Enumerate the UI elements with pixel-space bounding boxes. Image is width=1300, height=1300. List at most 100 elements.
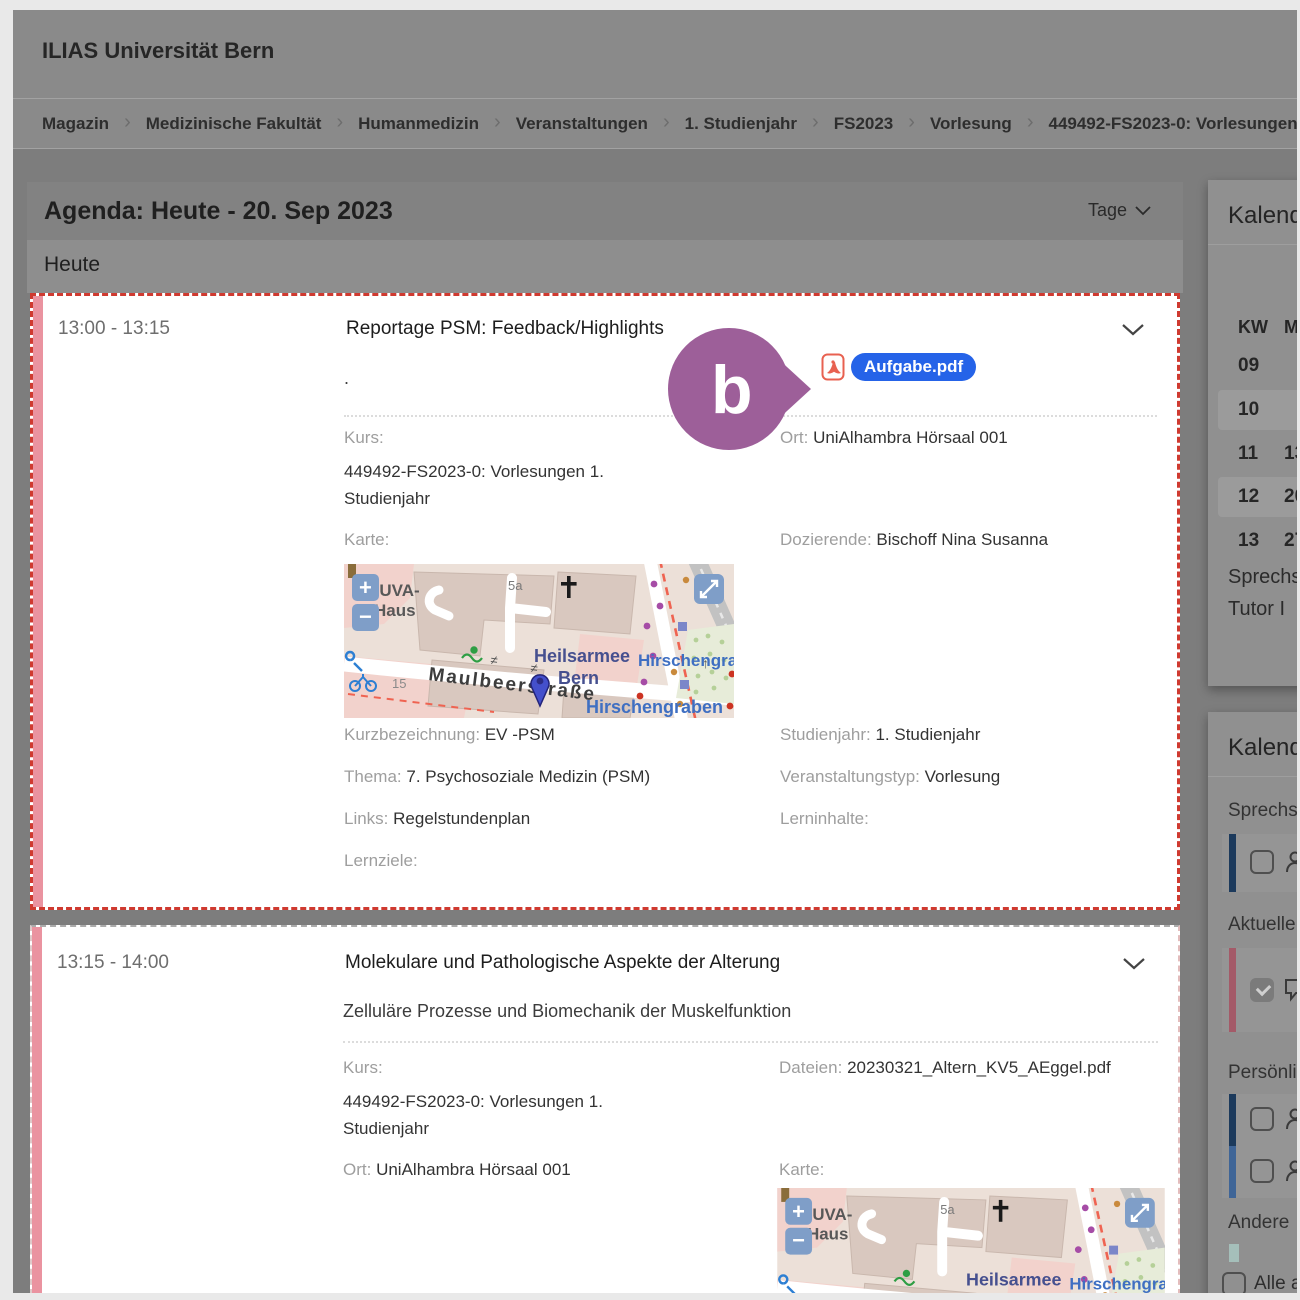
location-map[interactable]: SUVA- Haus 5a Heilsarmee Bern Hirschengr… xyxy=(777,1188,1165,1293)
calendar-checkbox[interactable] xyxy=(1250,978,1274,1002)
breadcrumb-item-fs2023[interactable]: FS2023 xyxy=(834,114,894,134)
calendar-checkbox[interactable] xyxy=(1250,850,1274,874)
event-card-molekulare[interactable]: 13:15 - 14:00 Molekulare und Pathologisc… xyxy=(30,925,1180,1293)
breadcrumb-item-studienjahr[interactable]: 1. Studienjahr xyxy=(685,114,797,134)
view-mode-dropdown[interactable]: Tage xyxy=(1088,200,1151,221)
calendar-week-row[interactable]: 13 27 xyxy=(1218,521,1297,561)
map-label-haus: Haus xyxy=(807,1225,848,1244)
chevron-right-icon: › xyxy=(494,111,501,134)
event-time: 13:00 - 13:15 xyxy=(58,318,170,340)
event-accent-bar xyxy=(33,296,43,907)
kurzbezeichnung-value: EV -PSM xyxy=(485,725,555,744)
ilias-page: ILIAS Universität Bern Magazin › Medizin… xyxy=(13,10,1297,1293)
calendar-week-row[interactable]: 12 20 xyxy=(1218,477,1297,517)
section-heading-aktuelle: Aktuelle xyxy=(1228,914,1296,936)
kurs-link[interactable]: 449492-FS2023-0: Vorlesungen 1. Studienj… xyxy=(343,1088,655,1142)
attachment-link[interactable]: Aufgabe.pdf xyxy=(851,353,976,381)
section-heading-andere: Andere xyxy=(1228,1212,1289,1234)
event-card-reportage[interactable]: 13:00 - 13:15 Reportage PSM: Feedback/Hi… xyxy=(30,293,1180,910)
lerninhalte-label: Lerninhalte: xyxy=(780,809,869,828)
map-label-bern: Bern xyxy=(990,1291,1031,1293)
event-description: . xyxy=(344,368,349,389)
veranstaltungstyp-label: Veranstaltungstyp: xyxy=(780,767,920,786)
breadcrumb-item-magazin[interactable]: Magazin xyxy=(42,114,109,134)
person-icon xyxy=(1284,849,1297,875)
kw-date: 13 xyxy=(1284,443,1297,465)
studienjahr-label: Studienjahr: xyxy=(780,725,871,744)
map-zoom-out-button[interactable]: − xyxy=(785,1228,812,1255)
select-all-checkbox[interactable] xyxy=(1222,1272,1246,1293)
calendar-event-text[interactable]: Sprechstunde xyxy=(1228,566,1297,589)
breadcrumb-item-fakultaet[interactable]: Medizinische Fakultät xyxy=(146,114,322,134)
calendar-color-bar xyxy=(1229,1146,1236,1198)
kurs-link[interactable]: 449492-FS2023-0: Vorlesungen 1. Studienj… xyxy=(344,458,656,512)
divider xyxy=(344,415,1157,417)
calendar-checkbox[interactable] xyxy=(1250,1159,1274,1183)
chat-bubble-icon xyxy=(1284,977,1297,1003)
kw-number: 11 xyxy=(1238,443,1258,465)
map-zoom-in-button[interactable]: + xyxy=(352,574,379,601)
divider xyxy=(1208,776,1297,777)
calendar-color-bar xyxy=(1229,834,1236,892)
kw-date: 27 xyxy=(1284,530,1297,552)
view-mode-label: Tage xyxy=(1088,200,1127,221)
location-map[interactable]: ≠ ≠ ↑ SUVA- Haus 5a 15 Heilsarmee Bern H… xyxy=(344,564,734,718)
map-label-hirschengraben-bottom: Hirschengraben xyxy=(586,697,723,717)
breadcrumb-item-kurs[interactable]: 449492-FS2023-0: Vorlesungen 1. Studienj… xyxy=(1048,114,1297,134)
kw-date: 20 xyxy=(1284,486,1297,508)
links-value[interactable]: Regelstundenplan xyxy=(393,809,530,828)
map-zoom-in-button[interactable]: + xyxy=(785,1198,812,1225)
event-title: Reportage PSM: Feedback/Highlights xyxy=(346,318,664,340)
calendar-list-item xyxy=(1222,1094,1297,1146)
map-expand-button[interactable] xyxy=(1125,1198,1155,1228)
kurs-label: Kurs: xyxy=(344,428,384,447)
breadcrumb-item-humanmedizin[interactable]: Humanmedizin xyxy=(358,114,479,134)
map-label-haus: Haus xyxy=(374,601,416,620)
chevron-right-icon: › xyxy=(124,111,131,134)
calendar-week-row[interactable]: 09 xyxy=(1218,346,1297,386)
chevron-right-icon: › xyxy=(908,111,915,134)
dateien-value[interactable]: 20230321_Altern_KV5_AEggel.pdf xyxy=(847,1058,1111,1077)
chevron-down-icon xyxy=(1121,323,1145,337)
map-label-5a: 5a xyxy=(940,1202,955,1217)
calendar-widget-panel: Kalender KW Mo 09 10 11 13 12 20 13 27 S… xyxy=(1208,180,1297,686)
breadcrumb-item-veranstaltungen[interactable]: Veranstaltungen xyxy=(516,114,648,134)
calendar-week-row[interactable]: 10 xyxy=(1218,390,1297,430)
ort-value: UniAlhambra Hörsaal 001 xyxy=(813,428,1008,447)
map-zoom-out-button[interactable]: − xyxy=(352,604,379,631)
studienjahr-value: 1. Studienjahr xyxy=(875,725,980,744)
chevron-right-icon: › xyxy=(336,111,343,134)
event-attachment: Aufgabe.pdf xyxy=(821,353,976,381)
calendar-selection-title: Kalender xyxy=(1228,734,1297,762)
calendar-event-text[interactable]: Tutor I xyxy=(1228,598,1285,621)
breadcrumb-item-vorlesung[interactable]: Vorlesung xyxy=(930,114,1012,134)
chevron-right-icon: › xyxy=(1027,111,1034,134)
calendar-list-item xyxy=(1222,948,1297,1032)
map-label-hirschengraben-right: Hirschengraben xyxy=(638,651,734,670)
breadcrumb: Magazin › Medizinische Fakultät › Humanm… xyxy=(13,99,1297,149)
collapse-event-button[interactable] xyxy=(1122,957,1146,976)
svg-text:−: − xyxy=(359,604,372,629)
person-icon xyxy=(1284,1158,1297,1184)
map-expand-button[interactable] xyxy=(694,574,724,604)
agenda-panel: Agenda: Heute - 20. Sep 2023 Tage Heute … xyxy=(27,182,1183,1293)
kurzbezeichnung-label: Kurzbezeichnung: xyxy=(344,725,480,744)
calendar-color-swatch xyxy=(1229,1244,1239,1262)
chevron-down-icon xyxy=(1122,957,1146,971)
person-icon xyxy=(1284,1106,1297,1132)
event-time: 13:15 - 14:00 xyxy=(57,952,169,974)
map-label-15: 15 xyxy=(392,676,406,691)
calendar-checkbox[interactable] xyxy=(1250,1107,1274,1131)
calendar-week-row[interactable]: 11 13 xyxy=(1218,434,1297,474)
mo-column-header: Mo xyxy=(1284,317,1297,338)
karte-label: Karte: xyxy=(779,1160,824,1179)
agenda-title: Agenda: Heute - 20. Sep 2023 xyxy=(44,197,393,226)
collapse-event-button[interactable] xyxy=(1121,323,1145,342)
event-description: Zelluläre Prozesse und Biomechanik der M… xyxy=(343,1001,791,1022)
map-label-heilsarmee: Heilsarmee xyxy=(966,1269,1061,1289)
section-heading-persoenliche: Persönliche xyxy=(1228,1062,1297,1084)
ort-label: Ort: xyxy=(780,428,808,447)
veranstaltungstyp-value: Vorlesung xyxy=(925,767,1001,786)
agenda-day-label: Heute xyxy=(44,253,100,277)
ort-value: UniAlhambra Hörsaal 001 xyxy=(376,1160,571,1179)
